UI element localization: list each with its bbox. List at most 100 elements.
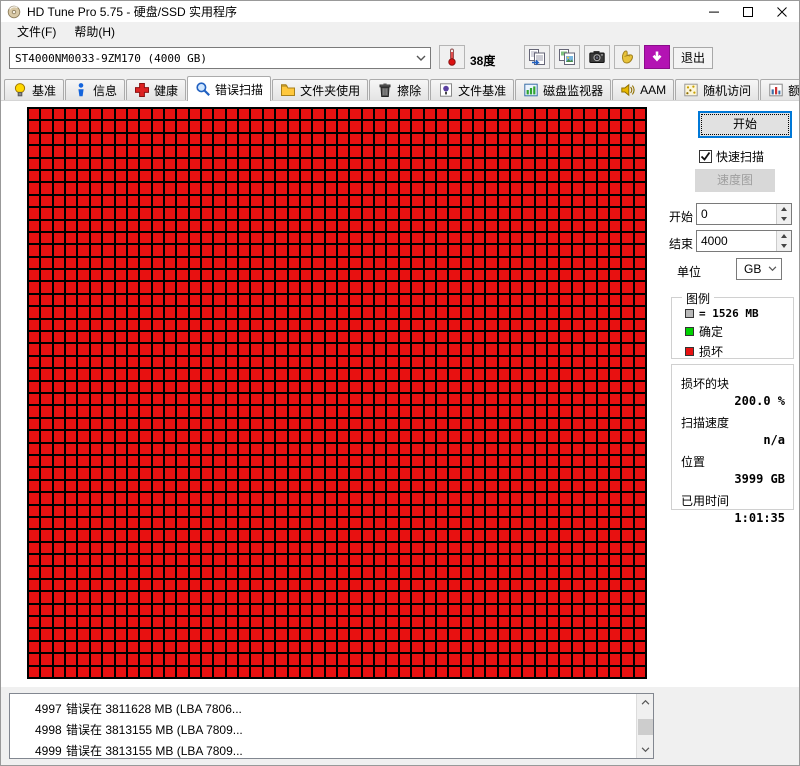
scan-block xyxy=(462,208,472,218)
scan-block xyxy=(499,258,509,268)
scan-block xyxy=(412,357,422,367)
scan-block xyxy=(363,109,373,119)
scan-block xyxy=(227,344,237,354)
update-button[interactable] xyxy=(644,45,670,69)
screenshot-button[interactable] xyxy=(584,45,610,69)
tab-health[interactable]: 健康 xyxy=(126,79,186,100)
start-input[interactable] xyxy=(697,204,776,224)
tab-disk-monitor[interactable]: 磁盘监视器 xyxy=(515,79,611,100)
scan-block xyxy=(190,406,200,416)
tab-extra-tests[interactable]: 额外测试 xyxy=(760,79,800,100)
menu-help[interactable]: 帮助(H) xyxy=(65,22,124,41)
tab-folder-usage[interactable]: 文件夹使用 xyxy=(272,79,368,100)
quick-scan-checkbox[interactable] xyxy=(699,150,712,163)
temperature-button[interactable] xyxy=(439,45,465,69)
scan-block xyxy=(622,245,632,255)
scan-block xyxy=(449,530,459,540)
unit-select[interactable]: GB xyxy=(736,258,782,280)
quick-scan-row: 快速扫描 xyxy=(699,148,764,165)
tab-info[interactable]: 信息 xyxy=(65,79,125,100)
scan-block xyxy=(276,282,286,292)
hand-button[interactable] xyxy=(614,45,640,69)
copy-text-button[interactable] xyxy=(524,45,550,69)
scan-block xyxy=(635,196,645,206)
close-button[interactable] xyxy=(765,1,799,22)
scan-block xyxy=(585,295,595,305)
scan-block xyxy=(425,221,435,231)
scan-block xyxy=(536,258,546,268)
scan-block xyxy=(91,357,101,367)
scan-block xyxy=(387,506,397,516)
scan-block xyxy=(598,555,608,565)
scan-block xyxy=(474,159,484,169)
scan-block xyxy=(326,121,336,131)
spin-down-icon[interactable] xyxy=(777,214,791,224)
minimize-button[interactable] xyxy=(697,1,731,22)
scan-block xyxy=(585,109,595,119)
scan-block xyxy=(622,605,632,615)
maximize-button[interactable] xyxy=(731,1,765,22)
scan-block xyxy=(622,109,632,119)
scan-block xyxy=(350,567,360,577)
copy-image-button[interactable] xyxy=(554,45,580,69)
scan-block xyxy=(190,258,200,268)
scan-block xyxy=(573,369,583,379)
scan-block xyxy=(548,629,558,639)
scan-block xyxy=(363,481,373,491)
scan-block xyxy=(276,121,286,131)
start-scan-button[interactable]: 开始 xyxy=(698,111,792,138)
scan-block xyxy=(128,134,138,144)
scan-block xyxy=(29,258,39,268)
scan-block xyxy=(289,320,299,330)
tab-random-access[interactable]: 随机访问 xyxy=(675,79,759,100)
scan-block xyxy=(610,419,620,429)
tab-aam[interactable]: AAM xyxy=(612,79,674,100)
menu-file[interactable]: 文件(F) xyxy=(8,22,65,41)
drive-selector[interactable]: ST4000NM0033-9ZM170 (4000 GB) xyxy=(9,47,431,69)
scan-block xyxy=(153,555,163,565)
scan-block xyxy=(227,617,237,627)
scan-block xyxy=(486,419,496,429)
scan-block xyxy=(264,642,274,652)
scan-block xyxy=(140,221,150,231)
scan-block xyxy=(363,282,373,292)
scan-block xyxy=(165,617,175,627)
tab-erase[interactable]: 擦除 xyxy=(369,79,429,100)
scan-block xyxy=(116,431,126,441)
scan-block xyxy=(41,109,51,119)
scan-block xyxy=(474,369,484,379)
log-row[interactable]: 4999错误在 3813155 MB (LBA 7809... xyxy=(10,740,636,758)
scan-block xyxy=(116,208,126,218)
scan-block xyxy=(610,221,620,231)
speed-map-button[interactable]: 速度图 xyxy=(695,169,775,192)
tab-error-scan[interactable]: 错误扫描 xyxy=(187,76,271,101)
scan-block xyxy=(548,468,558,478)
end-input[interactable] xyxy=(697,231,776,251)
spin-up-icon[interactable] xyxy=(777,204,791,214)
scan-block xyxy=(66,518,76,528)
log-row[interactable]: 4997错误在 3811628 MB (LBA 7806... xyxy=(10,698,636,719)
scan-block xyxy=(251,555,261,565)
scan-block xyxy=(91,555,101,565)
scan-block xyxy=(202,605,212,615)
scan-block xyxy=(375,121,385,131)
scroll-down-icon[interactable] xyxy=(637,742,654,758)
scan-block xyxy=(449,121,459,131)
scan-block xyxy=(41,394,51,404)
scan-block xyxy=(128,332,138,342)
spin-up-icon[interactable] xyxy=(777,231,791,241)
log-scrollbar[interactable] xyxy=(636,694,653,758)
scan-block xyxy=(264,320,274,330)
log-row[interactable]: 4998错误在 3813155 MB (LBA 7809... xyxy=(10,719,636,740)
scan-block xyxy=(41,592,51,602)
exit-button[interactable]: 退出 xyxy=(673,47,713,69)
spin-down-icon[interactable] xyxy=(777,241,791,251)
scrollbar-thumb[interactable] xyxy=(638,719,653,735)
scroll-up-icon[interactable] xyxy=(637,694,654,710)
tab-file-benchmark[interactable]: 文件基准 xyxy=(430,79,514,100)
scan-block xyxy=(425,183,435,193)
tab-benchmark[interactable]: 基准 xyxy=(4,79,64,100)
scan-block xyxy=(66,406,76,416)
scan-block xyxy=(375,592,385,602)
scan-block xyxy=(91,159,101,169)
